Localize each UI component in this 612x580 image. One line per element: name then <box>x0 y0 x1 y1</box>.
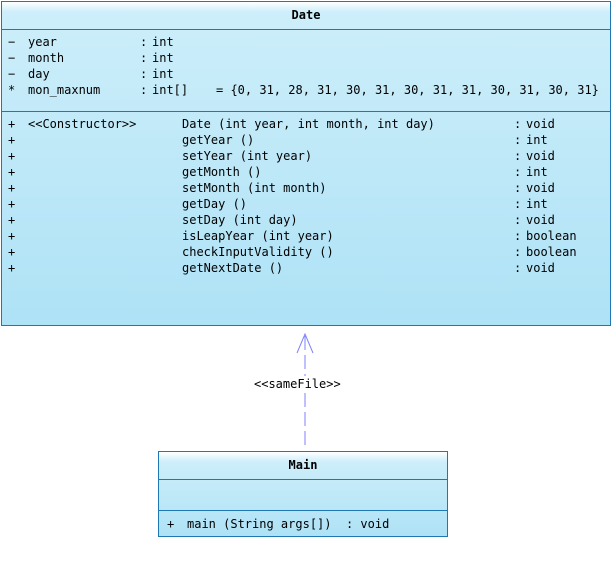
main-operations-section: + main (String args[]) : void <box>159 511 447 537</box>
main-attributes-section <box>159 480 447 511</box>
visibility-marker: + <box>167 517 175 531</box>
main-class-box[interactable]: Main + main (String args[]) : void <box>158 451 448 537</box>
dependency-stereotype-label: <<sameFile>> <box>254 376 341 392</box>
operation-signature: main (String args[]) : void <box>187 517 390 531</box>
operation-row: + main (String args[]) : void <box>159 516 447 532</box>
main-class-name: Main <box>159 452 447 480</box>
